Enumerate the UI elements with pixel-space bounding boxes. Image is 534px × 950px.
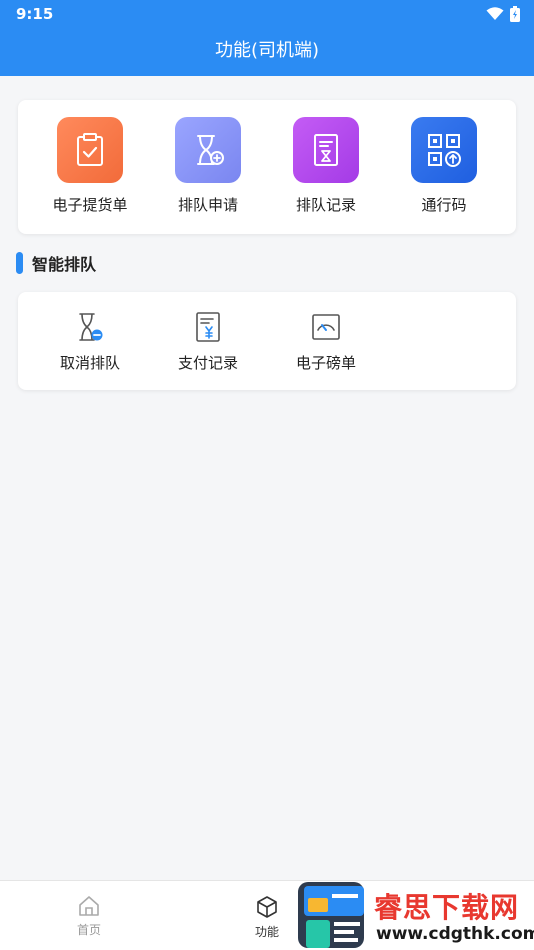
queue-feature-label: 取消排队	[59, 354, 120, 372]
status-bar: 9:15	[0, 0, 534, 28]
nav-item-function[interactable]: 功能	[237, 895, 297, 940]
queue-tile-cancel[interactable]: 取消排队	[31, 312, 149, 373]
hourglass-plus-icon	[175, 117, 241, 183]
feature-label: 排队申请	[177, 196, 238, 214]
wifi-icon	[486, 7, 504, 20]
section-title: 智能排队	[32, 255, 97, 274]
feature-tile-pass-code[interactable]: 通行码	[385, 117, 503, 215]
watermark-logo-icon	[298, 882, 364, 948]
main-feature-card: 电子提货单 排队申请 排队记录 通行码	[18, 100, 516, 234]
nav-label-home: 首页	[76, 923, 101, 937]
watermark-title: 睿思下载网	[374, 891, 520, 924]
clipboard-check-icon	[57, 117, 123, 183]
pass-code-icon	[411, 117, 477, 183]
watermark: 睿思下载网 www.cdgthk.com	[296, 880, 534, 950]
section-accent-bar	[16, 252, 23, 274]
queue-record-icon	[293, 117, 359, 183]
payment-record-icon	[193, 312, 223, 342]
queue-tile-scale-slip[interactable]: 电子磅单	[267, 312, 385, 373]
watermark-url: www.cdgthk.com	[376, 924, 534, 944]
cube-icon	[257, 896, 277, 918]
feature-tile-queue-apply[interactable]: 排队申请	[149, 117, 267, 215]
battery-icon	[510, 6, 520, 22]
queue-feature-label: 支付记录	[177, 354, 238, 372]
hourglass-cancel-icon	[75, 312, 105, 342]
feature-label: 电子提货单	[52, 196, 128, 214]
status-time: 9:15	[16, 5, 54, 23]
status-icons	[486, 6, 520, 22]
nav-item-home[interactable]: 首页	[59, 895, 119, 938]
queue-tile-payment-records[interactable]: 支付记录	[149, 312, 267, 373]
nav-label-function: 功能	[254, 925, 279, 939]
feature-label: 通行码	[421, 196, 467, 214]
page-title: 功能(司机端)	[214, 40, 320, 61]
home-icon	[79, 896, 99, 916]
feature-tile-delivery-note[interactable]: 电子提货单	[31, 117, 149, 215]
feature-tile-queue-records[interactable]: 排队记录	[267, 117, 385, 215]
queue-feature-label: 电子磅单	[295, 354, 356, 372]
feature-label: 排队记录	[295, 196, 356, 214]
queue-feature-card: 取消排队 支付记录 电子磅单	[18, 292, 516, 390]
section-header: 智能排队	[16, 252, 96, 274]
scale-slip-icon	[311, 312, 341, 342]
app-header: 9:15 功能(司机端)	[0, 0, 534, 76]
